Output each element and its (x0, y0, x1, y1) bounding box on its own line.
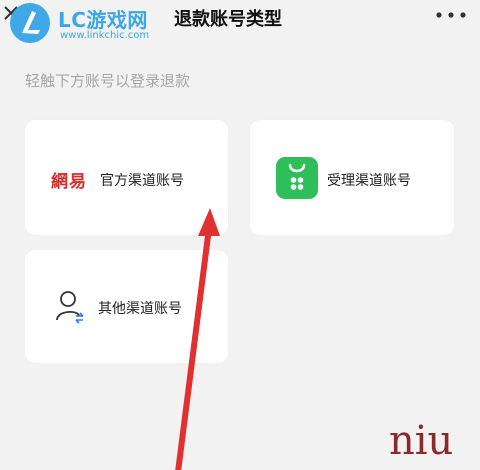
page-title: 退款账号类型 (174, 9, 282, 30)
site-logo-text: LC游戏网 (58, 8, 148, 32)
top-bar: LC游戏网 www.linkchic.com 退款账号类型 (0, 0, 480, 46)
instruction-text: 轻触下方账号以登录退款 (25, 72, 191, 90)
site-logo-url: www.linkchic.com (60, 30, 150, 41)
user-switch-icon (56, 291, 84, 324)
shopping-bag-icon (276, 157, 318, 199)
accepted-account-label: 受理渠道账号 (327, 173, 411, 189)
other-account-label: 其他渠道账号 (98, 301, 182, 317)
watermark-text: niu (389, 418, 454, 464)
official-account-label: 官方渠道账号 (100, 173, 184, 189)
site-logo-icon (10, 3, 50, 43)
netease-logo: 網易 (51, 172, 87, 192)
more-icon[interactable] (434, 8, 468, 22)
